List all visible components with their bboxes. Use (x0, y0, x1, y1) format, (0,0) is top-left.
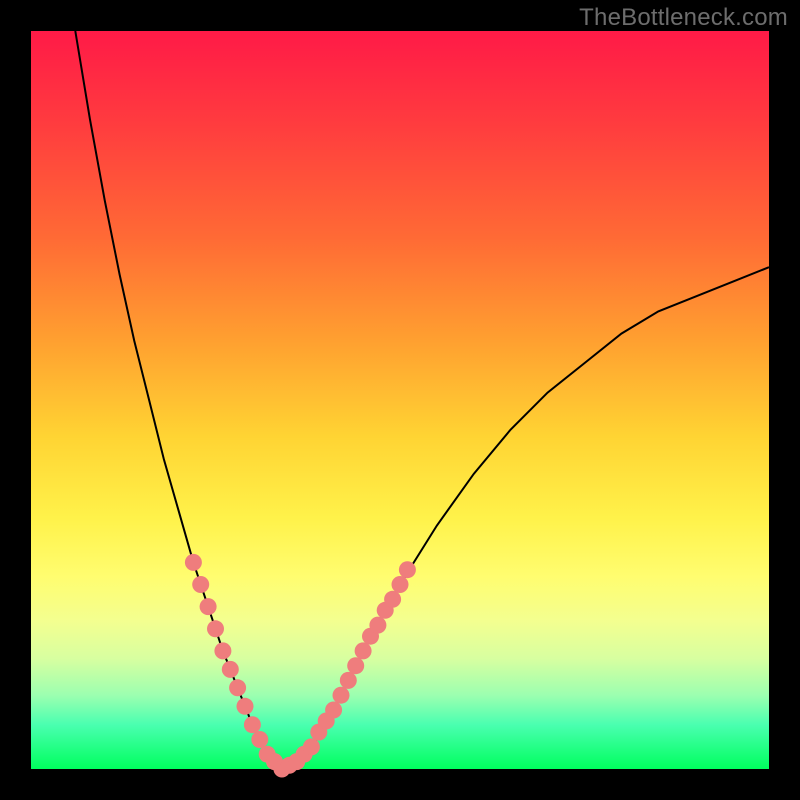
left-arm-dot (214, 642, 231, 659)
right-arm-dot (347, 657, 364, 674)
right-arm-dot (399, 561, 416, 578)
right-arm-dot (333, 687, 350, 704)
bottom-dot (251, 731, 268, 748)
right-arm-dot (369, 617, 386, 634)
left-arm-dot (185, 554, 202, 571)
left-arm-dot (207, 620, 224, 637)
right-arm-dot (355, 642, 372, 659)
left-arm-dot (229, 679, 246, 696)
left-arm-dot (244, 716, 261, 733)
chart-overlay (31, 31, 769, 769)
bottleneck-curve (75, 31, 769, 769)
left-arm-dot (222, 661, 239, 678)
right-arm-dot (303, 738, 320, 755)
data-points (185, 554, 416, 778)
chart-frame: TheBottleneck.com (0, 0, 800, 800)
right-arm-dot (340, 672, 357, 689)
left-arm-dot (200, 598, 217, 615)
watermark-text: TheBottleneck.com (579, 4, 788, 32)
right-arm-dot (325, 702, 342, 719)
left-arm-dot (237, 698, 254, 715)
left-arm-dot (192, 576, 209, 593)
right-arm-dot (392, 576, 409, 593)
right-arm-dot (384, 591, 401, 608)
